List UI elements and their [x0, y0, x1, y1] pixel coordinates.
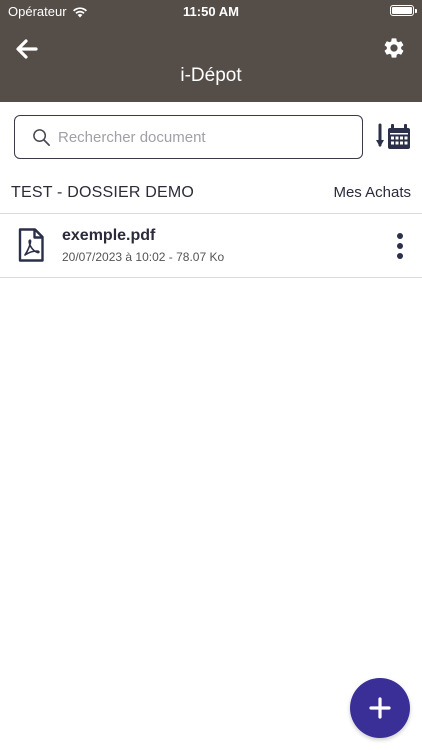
plus-icon: [369, 697, 391, 719]
search-box[interactable]: [14, 115, 363, 159]
page-title: i-Dépot: [180, 65, 242, 86]
search-input[interactable]: [58, 125, 354, 149]
divider: [0, 277, 422, 278]
file-name: exemple.pdf: [62, 227, 156, 244]
file-meta: 20/07/2023 à 10:02 - 78.07 Ko: [62, 250, 225, 264]
pdf-file-icon: [18, 228, 44, 262]
arrow-left-icon[interactable]: [14, 36, 40, 62]
add-document-button[interactable]: [350, 678, 410, 738]
app-header: Opérateur 11:50 AM i-Dépot: [0, 0, 422, 102]
battery-icon: [390, 5, 417, 16]
file-list-item[interactable]: exemple.pdf 20/07/2023 à 10:02 - 78.07 K…: [0, 214, 422, 277]
folder-bar: TEST - DOSSIER DEMO Mes Achats: [0, 178, 422, 212]
gear-icon[interactable]: [382, 36, 406, 60]
search-icon: [33, 129, 50, 146]
more-vertical-icon[interactable]: [392, 232, 408, 260]
status-time: 11:50 AM: [183, 4, 239, 19]
sort-by-date-icon[interactable]: [375, 123, 411, 151]
status-bar: Opérateur 11:50 AM: [0, 0, 422, 22]
folder-name: TEST - DOSSIER DEMO: [11, 184, 195, 201]
mes-achats-link[interactable]: Mes Achats: [333, 184, 411, 201]
